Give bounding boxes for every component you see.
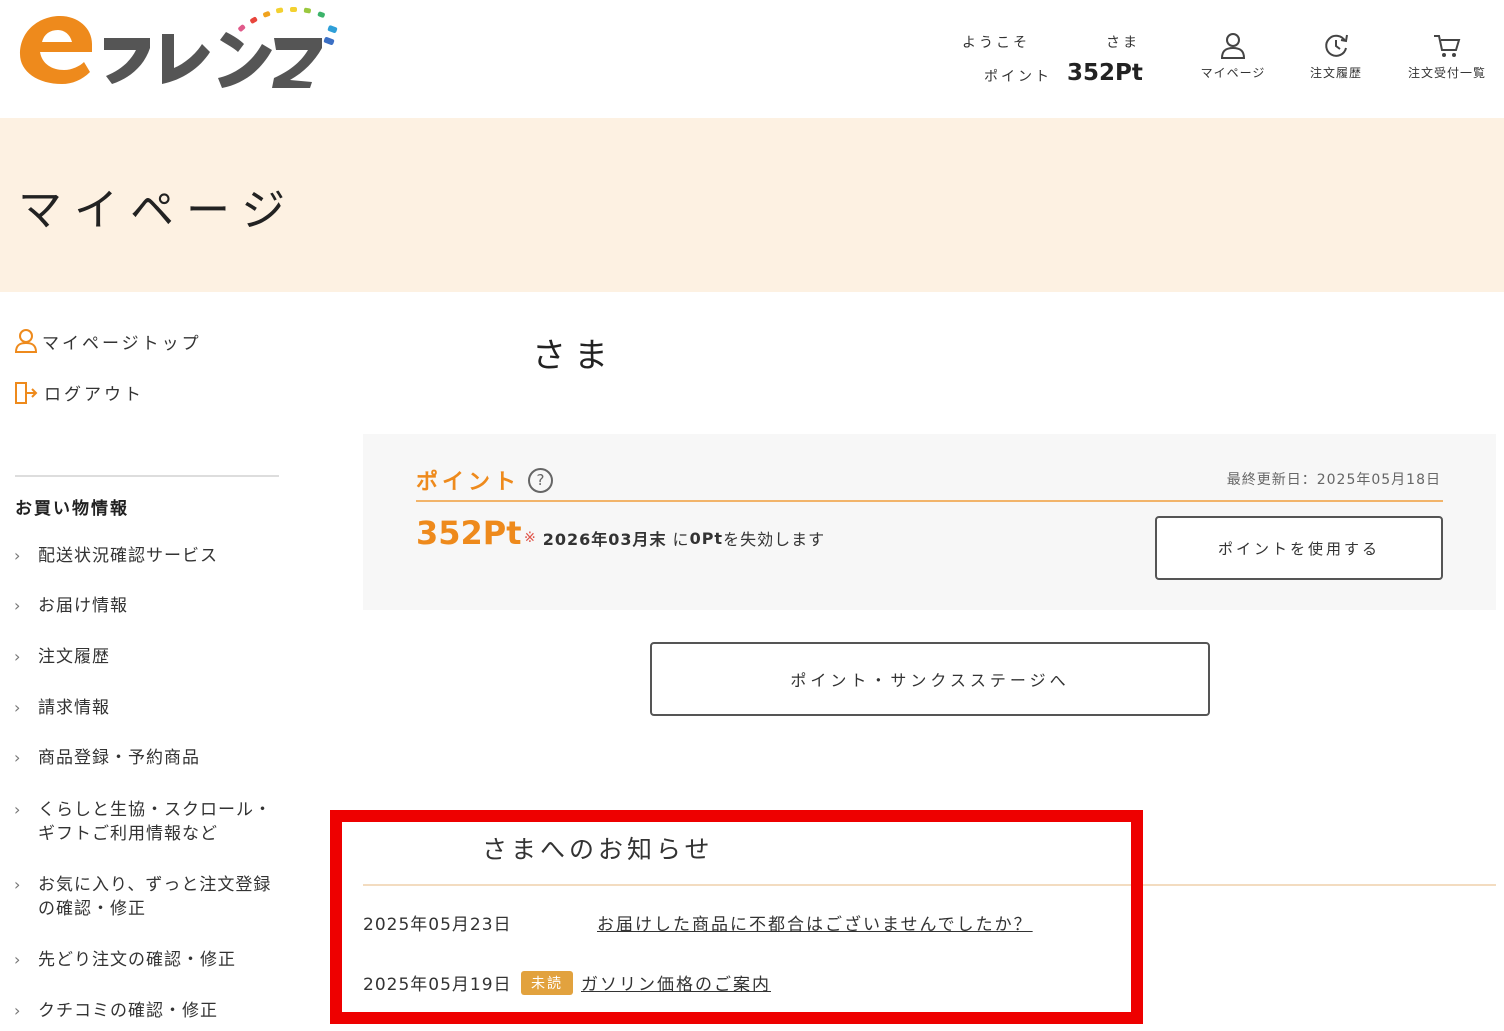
sidebar-item-label: 商品登録・予約商品	[38, 748, 200, 768]
chevron-right-icon: ›	[14, 875, 22, 894]
efriends-logo[interactable]	[12, 4, 342, 90]
sidebar-item-label: 請求情報	[38, 698, 110, 718]
notice-item: 2025年05月19日 未読 ガソリン価格のご案内	[363, 970, 771, 995]
sidebar-item-label: 配送状況確認サービス	[38, 546, 218, 566]
user-greeting: さま	[532, 336, 616, 376]
thanks-stage-button[interactable]: ポイント・サンクスステージへ	[650, 642, 1210, 716]
help-icon[interactable]: ?	[528, 467, 554, 493]
points-last-updated: 最終更新日：2025年05月18日	[1226, 472, 1441, 488]
user-icon	[14, 329, 38, 353]
page-title: マイページ	[18, 185, 298, 236]
chevron-right-icon: ›	[14, 800, 22, 819]
user-icon	[1220, 33, 1246, 59]
notices-divider	[363, 884, 1496, 886]
sidebar-item-advance-order[interactable]: › 先どり注文の確認・修正	[14, 948, 236, 972]
header-nav-order-history[interactable]: 注文履歴	[1281, 32, 1391, 81]
points-balance: 352Pt	[416, 514, 522, 552]
sidebar-item-label: くらしと生協・スクロール・	[38, 800, 272, 820]
points-divider	[416, 500, 1443, 502]
sidebar-item-label: 注文履歴	[38, 647, 110, 667]
sidebar-section-heading: お買い物情報	[15, 499, 129, 519]
points-panel: ポイント ? 最終更新日：2025年05月18日 352Pt ※ 2026年03…	[363, 434, 1496, 610]
sidebar-item-kurashi-scroll-gift[interactable]: › くらしと生協・スクロール・ ギフトご利用情報など	[14, 798, 272, 846]
notice-link[interactable]: ガソリン価格のご案内	[581, 970, 771, 995]
sidebar-item-product-registration[interactable]: › 商品登録・予約商品	[14, 746, 200, 770]
sidebar-item-label: お気に入り、ずっと注文登録	[38, 875, 272, 895]
sidebar-link-label: ログアウト	[44, 385, 144, 405]
sidebar-item-delivery-tracking[interactable]: › 配送状況確認サービス	[14, 544, 218, 568]
points-expiration-notice: ※ 2026年03月末 に 0Pt を失効します	[524, 526, 825, 550]
header-points-label: ポイント	[984, 69, 1052, 85]
cart-icon	[1434, 35, 1461, 57]
header-nav-mypage[interactable]: マイページ	[1178, 32, 1288, 81]
header-nav-label: 注文履歴	[1309, 66, 1362, 80]
chevron-right-icon: ›	[14, 950, 22, 969]
points-title-text: ポイント	[416, 470, 521, 495]
sidebar-item-label: クチコミの確認・修正	[38, 1001, 218, 1021]
chevron-right-icon: ›	[14, 596, 22, 615]
sidebar-item-favorites[interactable]: › お気に入り、ずっと注文登録 の確認・修正	[14, 873, 271, 921]
header-nav-label: 注文受付一覧	[1407, 66, 1486, 80]
sidebar-link-label: マイページトップ	[42, 333, 202, 354]
unread-badge: 未読	[521, 970, 573, 995]
expire-date: 2026年03月末	[542, 530, 667, 549]
notice-date: 2025年05月23日	[363, 915, 512, 935]
notices-title: さまへのお知らせ	[482, 835, 714, 864]
expire-suffix: を失効します	[723, 530, 826, 549]
sidebar-mypage-top-link[interactable]: マイページトップ	[14, 328, 202, 354]
sidebar-item-reviews[interactable]: › クチコミの確認・修正	[14, 999, 218, 1023]
chevron-right-icon: ›	[14, 748, 22, 767]
site-header: ようこそ さま ポイント 352Pt マイページ 注文履歴 注文受付一覧	[0, 0, 1504, 118]
user-honorific: さま	[1106, 35, 1140, 51]
chevron-right-icon: ›	[14, 546, 22, 565]
use-points-button[interactable]: ポイントを使用する	[1155, 516, 1443, 580]
sidebar-divider	[15, 475, 279, 477]
expire-amount: 0Pt	[689, 528, 724, 548]
sidebar-item-delivery-info[interactable]: › お届け情報	[14, 594, 128, 618]
notice-link[interactable]: お届けした商品に不都合はございませんでしたか？	[597, 910, 1033, 935]
header-points-value: 352Pt	[1067, 60, 1143, 86]
sidebar-item-order-history[interactable]: › 注文履歴	[14, 645, 110, 669]
page-title-band: マイページ	[0, 118, 1504, 292]
expire-ni: に	[672, 530, 690, 549]
sidebar-item-label: ギフトご利用情報など	[38, 824, 218, 844]
points-title: ポイント ?	[416, 464, 554, 496]
notice-date: 2025年05月19日	[363, 975, 512, 995]
sidebar-logout-link[interactable]: ログアウト	[14, 380, 144, 405]
header-nav-order-list[interactable]: 注文受付一覧	[1392, 32, 1502, 81]
header-nav-label: マイページ	[1200, 66, 1266, 80]
sidebar-item-label: 先どり注文の確認・修正	[38, 950, 236, 970]
welcome-label: ようこそ	[962, 35, 1030, 51]
sidebar-item-billing[interactable]: › 請求情報	[14, 696, 110, 720]
history-icon	[1325, 34, 1348, 57]
chevron-right-icon: ›	[14, 698, 22, 717]
notice-item: 2025年05月23日 お届けした商品に不都合はございませんでしたか？	[363, 910, 1033, 935]
chevron-right-icon: ›	[14, 647, 22, 666]
sidebar-item-label: の確認・修正	[38, 899, 146, 919]
chevron-right-icon: ›	[14, 1001, 22, 1020]
sidebar-item-label: お届け情報	[38, 596, 128, 616]
note-mark: ※	[524, 530, 537, 546]
logout-icon	[15, 381, 38, 404]
